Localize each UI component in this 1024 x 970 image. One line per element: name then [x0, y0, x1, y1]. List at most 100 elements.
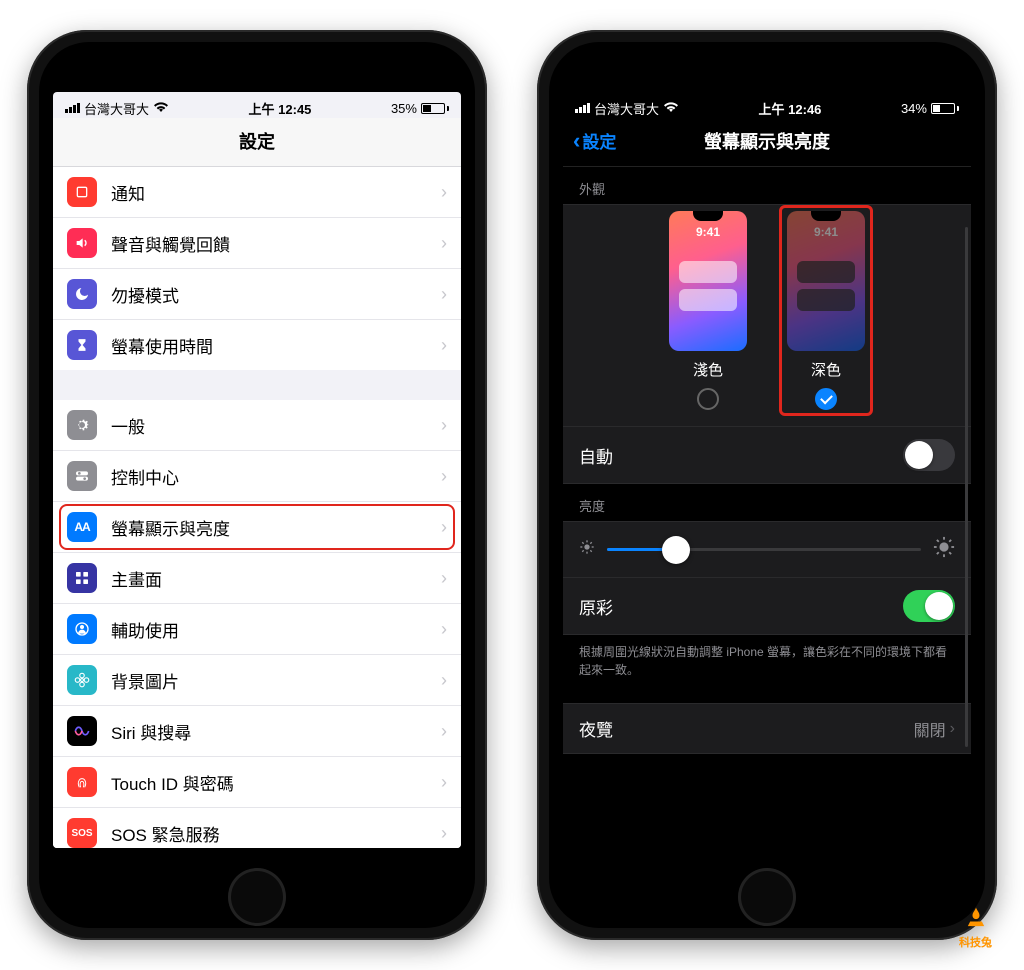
brightness-slider[interactable] — [607, 548, 921, 551]
hourglass-icon — [67, 330, 97, 360]
truetone-footnote: 根據周圍光線狀況自動調整 iPhone 螢幕，讓色彩在不同的環境下都看起來一致。 — [563, 635, 971, 693]
settings-row[interactable]: 背景圖片› — [53, 655, 461, 706]
row-label: Siri 與搜尋 — [111, 719, 427, 744]
screen-settings: 台灣大哥大 上午 12:45 35% 設定 — [53, 92, 461, 848]
status-bar: 台灣大哥大 上午 12:46 34% — [563, 92, 971, 118]
chevron-right-icon: › — [441, 772, 447, 793]
settings-row[interactable]: 螢幕使用時間 › — [53, 320, 461, 370]
home-button[interactable] — [738, 868, 796, 926]
truetone-label: 原彩 — [579, 594, 613, 619]
row-truetone[interactable]: 原彩 — [563, 577, 971, 635]
wifi-icon — [663, 101, 679, 116]
chevron-right-icon: › — [441, 335, 447, 356]
night-shift-value: 關閉 — [914, 717, 946, 741]
watermark: 科技兔 — [959, 904, 992, 950]
dark-preview: 9:41 — [787, 211, 865, 351]
row-automatic[interactable]: 自動 — [563, 426, 971, 484]
list-separator — [53, 370, 461, 400]
row-label: 控制中心 — [111, 464, 427, 489]
home-button[interactable] — [228, 868, 286, 926]
switch-truetone[interactable] — [903, 590, 955, 622]
settings-row[interactable]: 輔助使用› — [53, 604, 461, 655]
light-label: 淺色 — [693, 359, 723, 380]
appearance-picker: 9:41 淺色 9:41 — [563, 204, 971, 427]
settings-row[interactable]: 控制中心 › — [53, 451, 461, 502]
wifi-icon — [153, 101, 169, 116]
row-brightness-slider — [563, 521, 971, 577]
sound-icon — [67, 228, 97, 258]
row-label: 勿擾模式 — [111, 282, 427, 307]
chevron-right-icon: › — [441, 568, 447, 589]
signal-icon — [65, 103, 80, 113]
chevron-right-icon: › — [441, 517, 447, 538]
row-label: 通知 — [111, 180, 427, 205]
settings-row[interactable]: 勿擾模式 › — [53, 269, 461, 320]
page-title: 設定 — [239, 132, 275, 152]
chevron-right-icon: › — [441, 415, 447, 436]
row-label: Touch ID 與密碼 — [111, 770, 427, 795]
row-label: 聲音與觸覺回饋 — [111, 231, 427, 256]
square-icon — [67, 177, 97, 207]
appearance-option-dark[interactable]: 9:41 深色 — [787, 211, 865, 410]
moon-icon — [67, 279, 97, 309]
carrier-label: 台灣大哥大 — [594, 99, 659, 118]
radio-light[interactable] — [697, 388, 719, 410]
row-label: 螢幕使用時間 — [111, 333, 427, 358]
battery-pct-label: 34% — [901, 101, 927, 116]
navbar-title: 設定 — [53, 118, 461, 167]
auto-label: 自動 — [579, 443, 613, 468]
SOS-icon: SOS — [67, 818, 97, 848]
back-button[interactable]: ‹ 設定 — [573, 128, 616, 153]
signal-icon — [575, 103, 590, 113]
chevron-right-icon: › — [950, 720, 955, 738]
settings-list[interactable]: 通知›聲音與觸覺回饋›勿擾模式›螢幕使用時間›一般›控制中心›AA螢幕顯示與亮度… — [53, 167, 461, 848]
settings-row[interactable]: 聲音與觸覺回饋› — [53, 218, 461, 269]
page-title: 螢幕顯示與亮度 — [704, 132, 830, 152]
sun-large-icon — [933, 536, 955, 563]
chevron-right-icon: › — [441, 721, 447, 742]
phone-frame-left: 台灣大哥大 上午 12:45 35% 設定 — [27, 30, 487, 940]
status-bar: 台灣大哥大 上午 12:45 35% — [53, 92, 461, 118]
toggles-icon — [67, 461, 97, 491]
section-header-brightness: 亮度 — [563, 484, 971, 521]
switch-automatic[interactable] — [903, 439, 955, 471]
person-icon — [67, 614, 97, 644]
settings-row[interactable]: 通知 › — [53, 167, 461, 218]
row-label: 輔助使用 — [111, 617, 427, 642]
battery-icon — [931, 103, 959, 114]
settings-row[interactable]: SOS SOS 緊急服務 › — [53, 808, 461, 848]
settings-row[interactable]: AA螢幕顯示與亮度› — [53, 502, 461, 553]
gear-icon — [67, 410, 97, 440]
scrollbar[interactable] — [965, 227, 968, 747]
screen-display-brightness: 台灣大哥大 上午 12:46 34% ‹ — [563, 92, 971, 848]
chevron-left-icon: ‹ — [573, 130, 580, 152]
watermark-label: 科技兔 — [959, 937, 992, 949]
appearance-option-light[interactable]: 9:41 淺色 — [669, 211, 747, 410]
light-preview: 9:41 — [669, 211, 747, 351]
clock-label: 上午 12:45 — [249, 99, 312, 118]
settings-row[interactable]: 一般 › — [53, 400, 461, 451]
row-label: 背景圖片 — [111, 668, 427, 693]
chevron-right-icon: › — [441, 284, 447, 305]
finger-icon — [67, 767, 97, 797]
settings-row[interactable]: 主畫面 › — [53, 553, 461, 604]
sun-small-icon — [579, 539, 595, 560]
siri-icon — [67, 716, 97, 746]
back-label: 設定 — [582, 128, 616, 153]
night-shift-label: 夜覽 — [579, 716, 613, 741]
section-header-appearance: 外觀 — [563, 167, 971, 204]
navbar: ‹ 設定 螢幕顯示與亮度 — [563, 118, 971, 167]
dark-label: 深色 — [811, 359, 841, 380]
radio-dark[interactable] — [815, 388, 837, 410]
row-label: 一般 — [111, 413, 427, 438]
chevron-right-icon: › — [441, 823, 447, 844]
settings-row[interactable]: Touch ID 與密碼 › — [53, 757, 461, 808]
flower-icon — [67, 665, 97, 695]
AA-icon: AA — [67, 512, 97, 542]
row-label: 主畫面 — [111, 566, 427, 591]
row-label: SOS 緊急服務 — [111, 821, 427, 846]
chevron-right-icon: › — [441, 466, 447, 487]
row-night-shift[interactable]: 夜覽 關閉 › — [563, 703, 971, 754]
chevron-right-icon: › — [441, 182, 447, 203]
settings-row[interactable]: Siri 與搜尋 › — [53, 706, 461, 757]
